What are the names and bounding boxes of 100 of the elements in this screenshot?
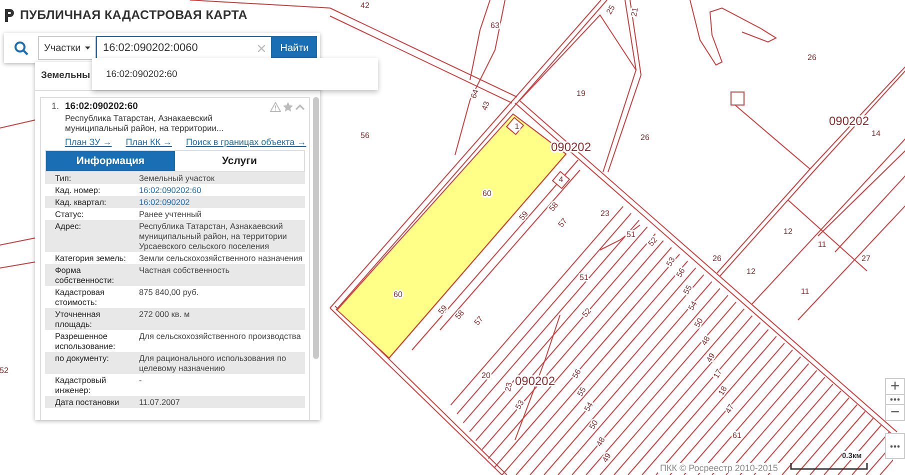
attribute-value: Ранее учтенный (139, 209, 203, 219)
parcel-number: 11 (800, 287, 810, 296)
clear-icon[interactable] (258, 44, 265, 52)
attribute-label: Кад. номер: (55, 185, 102, 195)
suggestion-item[interactable]: 16:02:090202:60 (106, 68, 178, 80)
attribute-value: 875 840,00 руб. (139, 287, 200, 299)
parcel-number: 56 (570, 368, 583, 380)
parcel-number: 55 (576, 386, 588, 398)
attribute-link[interactable]: 16:02:090202 (139, 197, 305, 207)
scrollbar[interactable] (313, 97, 319, 359)
attribute-label: Тип: (55, 173, 72, 183)
parcel-number: 26 (808, 53, 816, 62)
parcel-number: 50 (692, 316, 705, 329)
parcel-number: 51 (580, 273, 588, 282)
building-outline (552, 170, 570, 190)
parcel-number: 56 (360, 131, 370, 140)
search-button[interactable]: Найти (272, 36, 317, 60)
zoom-out-button[interactable]: − (885, 404, 905, 421)
tab[interactable]: Информация (46, 151, 175, 171)
search-icon[interactable] (14, 40, 28, 56)
parcel-number: 52 (0, 366, 8, 376)
parcel-number: 56 (674, 266, 687, 279)
attribute-label: Кад. квартал: (55, 197, 108, 207)
parcel-number: 58 (547, 200, 560, 214)
parcel-number: 59 (517, 209, 530, 222)
parcel-number: 49 (600, 452, 613, 464)
parcel-number: 25 (604, 4, 617, 16)
attribute-label: Форма собственности: (55, 265, 116, 285)
attribute-value: Для сельскохозяйственного производства (139, 331, 302, 343)
zoom-in-button[interactable]: + (885, 378, 905, 395)
chevron-up-icon[interactable] (295, 104, 305, 110)
parcel-number: 52 (646, 235, 659, 248)
parcel-number: 4 (558, 175, 564, 184)
parcel-number: 27 (862, 254, 870, 264)
parcel-number: 52 (580, 306, 593, 320)
parcel-number: 51 (626, 230, 636, 240)
parcel-number: 21 (629, 6, 640, 18)
parcel-number: 53 (664, 256, 677, 268)
attribute-label: Статус: (55, 209, 85, 219)
attribute-value: - (139, 375, 143, 387)
attribute-link[interactable]: 16:02:090202:60 (139, 185, 305, 195)
building-outline (506, 116, 524, 136)
attribute-value: 272 000 кв. м (139, 309, 191, 321)
more-button[interactable] (885, 433, 905, 459)
attribute-value: 11.07.2007 (139, 397, 181, 407)
parcel-number: 23 (600, 209, 610, 218)
parcel-number: 48 (594, 436, 607, 448)
category-dropdown[interactable]: Участки (38, 36, 96, 60)
attribute-label: Дата постановки (55, 397, 120, 407)
app-title: ПУБЛИЧНАЯ КАДАСТРОВАЯ КАРТА (20, 8, 248, 22)
action-link[interactable]: Поиск в границах объекта → (186, 137, 306, 147)
parcel-number: 64 (468, 88, 480, 100)
dots-icon (890, 398, 900, 401)
parcel-number: 20 (482, 371, 490, 380)
star-icon[interactable] (283, 102, 293, 112)
parcel-number: 23 (503, 382, 514, 392)
parcel-number: 1 (514, 122, 520, 132)
attribute-label: по документу: (55, 353, 110, 365)
attribute-label: Адрес: (55, 221, 82, 233)
attribute-label: Уточненная площадь: (55, 309, 102, 329)
attribute-value: Для рационального использования по целевому назначению (139, 353, 288, 373)
parcel-number: 63 (490, 21, 500, 30)
action-link[interactable]: План КК → (126, 137, 172, 147)
parcel-number: 54 (582, 400, 595, 413)
parcel-number: 42 (360, 1, 370, 10)
parcel-number: 47 (724, 402, 736, 415)
parcel-number: 55 (682, 284, 694, 296)
parcel-number: 12 (746, 267, 756, 276)
warning-icon[interactable] (270, 102, 281, 112)
parcel-number: 57 (556, 216, 569, 230)
attribute-value: Земли сельскохозяйственного назначения (139, 253, 304, 263)
caret-icon (84, 46, 90, 50)
logo-icon (5, 8, 14, 22)
more-icon (890, 444, 900, 448)
parcel-number: 58 (453, 308, 466, 322)
parcel-number: 19 (576, 89, 586, 98)
attribute-label: Разрешенное использование: (55, 331, 116, 351)
result-title[interactable]: 16:02:090202:60 (65, 101, 138, 112)
parcel-number: 17 (712, 368, 724, 380)
parcel-number: 60 (482, 189, 492, 198)
parcel-number: 18 (716, 384, 729, 397)
action-link[interactable]: План ЗУ → (65, 137, 112, 147)
attribute-label: Кадастровая стоимость: (55, 287, 106, 307)
result-address: Республика Татарстан, Азнакаевский муниципальный район, на территории... (65, 113, 225, 133)
parcel-number: 43 (480, 100, 492, 112)
parcel-number: 49 (704, 352, 717, 364)
attribute-value: Земельный участок (139, 173, 216, 183)
attribution: ПКК © Росреестр 2010-2015 (658, 463, 780, 473)
attribute-label: Категория земель: (55, 253, 127, 263)
parcel-number: 11 (818, 240, 826, 250)
attribute-label: Кадастровый инженер: (55, 375, 108, 395)
parcel-number: 61 (732, 431, 742, 440)
parcel-number: 53 (514, 398, 526, 411)
parcel-number: 57 (472, 314, 485, 328)
parcel-number: 48 (700, 334, 712, 347)
parcel-number: 54 (686, 300, 699, 312)
parcel-number: 12 (784, 227, 792, 236)
parcel-number: 14 (872, 129, 880, 138)
parcel-number: 50 (588, 418, 600, 431)
parcel-number: 26 (712, 254, 722, 264)
